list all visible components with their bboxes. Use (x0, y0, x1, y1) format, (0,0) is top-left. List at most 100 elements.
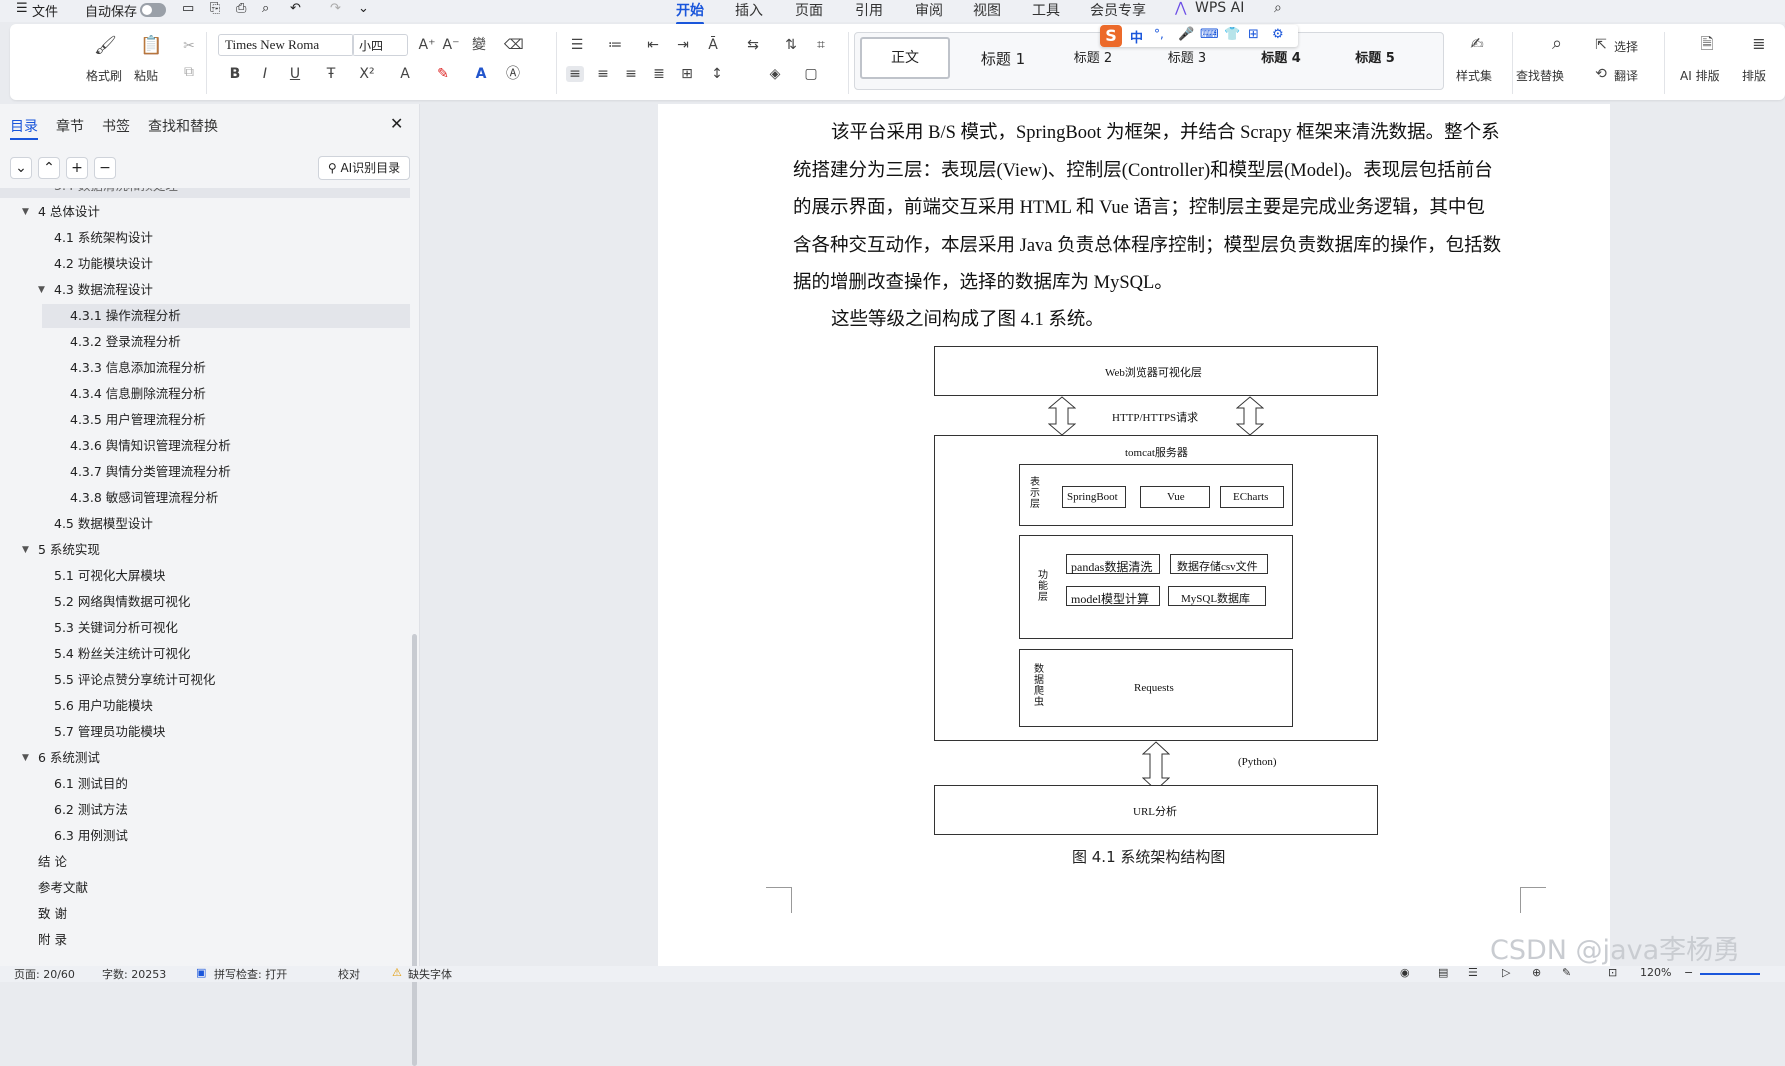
italic-icon[interactable]: I (256, 66, 274, 82)
sidebar-tab-toc[interactable]: 目录 (10, 116, 38, 136)
toc-item[interactable]: 4.3.4 信息删除流程分析 (0, 382, 410, 406)
toc-item[interactable]: 3.4 数据清洗和预处理 (0, 188, 410, 198)
missing-font[interactable]: 缺失字体 (408, 966, 452, 982)
number-list-icon[interactable]: ≔ (606, 37, 624, 53)
copy-icon[interactable]: ⧉ (180, 64, 198, 80)
translate-icon[interactable]: ⟲ (1592, 66, 1610, 82)
toc-item[interactable]: 5.6 用户功能模块 (0, 694, 410, 718)
grow-font-icon[interactable]: A⁺ (418, 37, 436, 53)
search-icon[interactable]: ⌕ (1274, 0, 1282, 16)
zoom-out-icon[interactable]: − (1684, 966, 1693, 979)
tab-wps-ai[interactable]: WPS AI (1195, 0, 1244, 16)
preview-icon[interactable]: ⌕ (262, 1, 269, 16)
apps-icon[interactable]: ⊞ (1248, 27, 1259, 42)
eye-icon[interactable]: ◉ (1400, 966, 1410, 979)
toc-item[interactable]: 致 谢 (0, 902, 410, 926)
word-count[interactable]: 字数: 20253 (102, 966, 166, 982)
style-set-icon[interactable]: ✍ (1468, 36, 1486, 52)
strikethrough-icon[interactable]: Ŧ (322, 66, 340, 82)
page-indicator[interactable]: 页面: 20/60 (14, 966, 75, 982)
style-heading-5[interactable]: 标题 5 (1332, 36, 1418, 82)
format-painter-button[interactable]: 格式刷 (86, 67, 122, 84)
toc-item[interactable]: 结 论 (0, 850, 410, 874)
pen-icon[interactable]: ✎ (1562, 966, 1571, 979)
toc-item[interactable]: 6.3 用例测试 (0, 824, 410, 848)
toc-item[interactable]: 4.1 系统架构设计 (0, 226, 410, 250)
ai-layout-button[interactable]: AI 排版 (1680, 67, 1720, 84)
web-view-icon[interactable]: ⊕ (1532, 966, 1541, 979)
more-icon[interactable]: ⌄ (358, 1, 369, 16)
keyboard-icon[interactable]: ⌨ (1200, 27, 1219, 42)
sort-icon[interactable]: ⇅ (782, 37, 800, 53)
layout-button[interactable]: 排版 (1742, 67, 1766, 84)
style-normal[interactable]: 正文 (860, 37, 950, 79)
font-size-select[interactable]: 小四 (352, 34, 408, 56)
toc-item[interactable]: 4.3.7 舆情分类管理流程分析 (0, 460, 410, 484)
toc-item[interactable]: 4.5 数据模型设计 (0, 512, 410, 536)
tab-insert[interactable]: 插入 (735, 0, 763, 20)
find-replace-button[interactable]: 查找替换 (1516, 67, 1564, 84)
paste-icon[interactable]: 📋 (140, 37, 162, 55)
cut-icon[interactable]: ✂ (180, 38, 198, 54)
ime-punct[interactable]: °, (1154, 27, 1164, 41)
toc-item[interactable]: 4.3.2 登录流程分析 (0, 330, 410, 354)
chevron-down-icon[interactable]: ⌄ (10, 157, 32, 179)
toc-item[interactable]: 5.3 关键词分析可视化 (0, 616, 410, 640)
close-icon[interactable]: ✕ (390, 114, 403, 133)
toc-item[interactable]: 4.3.1 操作流程分析 (42, 304, 410, 328)
translate-button[interactable]: 翻译 (1614, 67, 1638, 84)
select-icon[interactable]: ⇱ (1592, 37, 1610, 53)
toc-item[interactable]: 6.2 测试方法 (0, 798, 410, 822)
expand-triangle-icon[interactable]: ▼ (22, 538, 29, 562)
text-direction-icon[interactable]: Ā (704, 37, 722, 53)
tab-start[interactable]: 开始 (676, 0, 704, 25)
toc-item[interactable]: 附 录 (0, 928, 410, 952)
toc-item[interactable]: 4.3.3 信息添加流程分析 (0, 356, 410, 380)
select-button[interactable]: 选择 (1614, 38, 1638, 55)
mic-icon[interactable]: 🎤 (1178, 27, 1194, 42)
sidebar-tab-bookmarks[interactable]: 书签 (102, 116, 130, 136)
skin-icon[interactable]: 👕 (1224, 27, 1240, 42)
fit-icon[interactable]: ⊡ (1608, 966, 1617, 979)
save-icon[interactable]: ▭ (182, 1, 194, 16)
toc-item[interactable]: 4.2 功能模块设计 (0, 252, 410, 276)
ai-toc-button[interactable]: ⚲ AI识别目录 (318, 156, 410, 180)
settings-icon[interactable]: ⚙ (1272, 27, 1284, 42)
underline-icon[interactable]: U (286, 66, 304, 82)
toc-item[interactable]: 5.7 管理员功能模块 (0, 720, 410, 744)
tab-view[interactable]: 视图 (973, 0, 1001, 20)
share-icon[interactable]: ⎘ (210, 1, 220, 16)
expand-triangle-icon[interactable]: ▼ (22, 200, 29, 224)
toc-item[interactable]: 4.3.8 敏感词管理流程分析 (0, 486, 410, 510)
toc-item[interactable]: 4.3.5 用户管理流程分析 (0, 408, 410, 432)
decrease-indent-icon[interactable]: ⇤ (644, 37, 662, 53)
toc-item[interactable]: 参考文献 (0, 876, 410, 900)
highlight-icon[interactable]: ✎ (434, 66, 452, 82)
expand-triangle-icon[interactable]: ▼ (38, 278, 45, 302)
toc-item[interactable]: 6.1 测试目的 (0, 772, 410, 796)
tab-page[interactable]: 页面 (795, 0, 823, 20)
outline-view-icon[interactable]: ☰ (1468, 966, 1478, 979)
font-color-icon[interactable]: A (472, 66, 490, 82)
show-marks-icon[interactable]: ⌗ (812, 37, 830, 53)
clear-format-icon[interactable]: ⌫ (504, 37, 524, 53)
print-icon[interactable]: ⎙ (236, 1, 246, 16)
style-set-button[interactable]: 样式集 (1456, 67, 1492, 84)
line-spacing-icon[interactable]: ↕ (708, 66, 726, 82)
redo-icon[interactable]: ↷ (330, 1, 341, 16)
menu-icon[interactable]: ☰ (16, 1, 28, 16)
zoom-slider[interactable] (1700, 973, 1760, 975)
sogou-logo-icon[interactable]: S (1100, 25, 1122, 47)
line-break-icon[interactable]: ⇆ (744, 37, 762, 53)
undo-icon[interactable]: ↶ (290, 1, 301, 16)
bold-icon[interactable]: B (226, 66, 244, 82)
spell-check[interactable]: 拼写检查: 打开 (214, 966, 287, 982)
format-painter-icon[interactable]: 🖌 (94, 37, 117, 55)
toc-item[interactable]: ▼ 5 系统实现 (0, 538, 410, 562)
page-view-icon[interactable]: ▤ (1438, 966, 1448, 979)
toc-item[interactable]: 5.2 网络舆情数据可视化 (0, 590, 410, 614)
proofread[interactable]: 校对 (338, 966, 360, 982)
toc-item[interactable]: ▼ 4 总体设计 (0, 200, 410, 224)
ime-mode[interactable]: 中 (1130, 27, 1143, 46)
sidebar-scrollbar[interactable] (412, 634, 417, 1066)
